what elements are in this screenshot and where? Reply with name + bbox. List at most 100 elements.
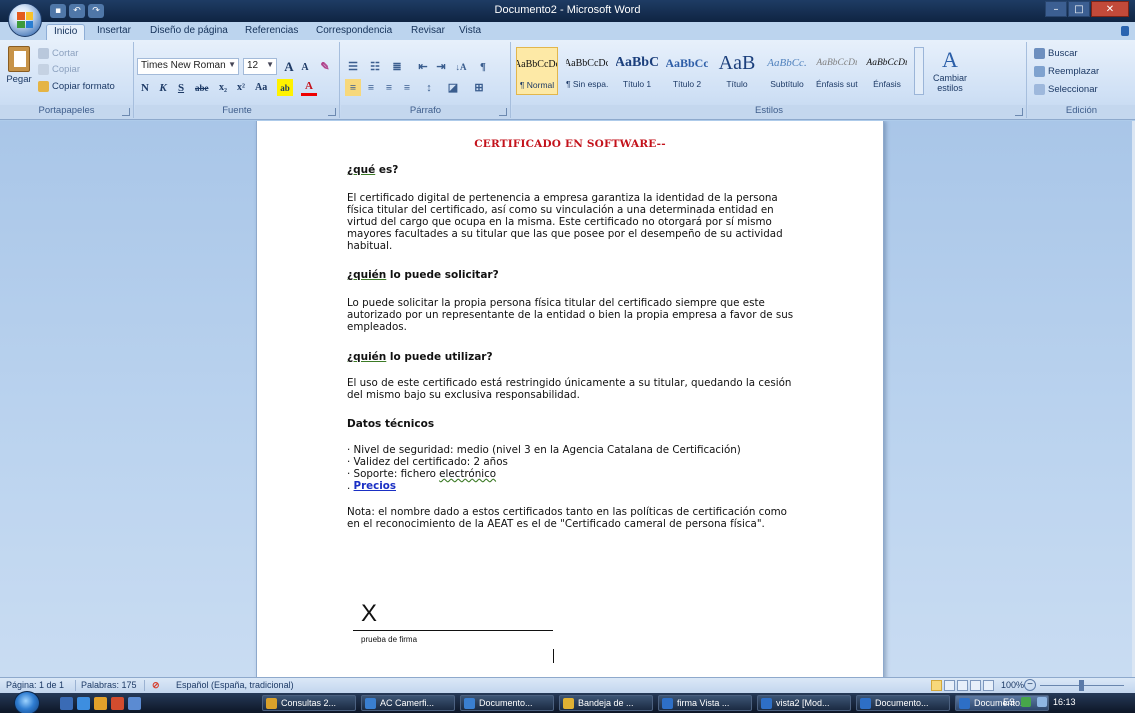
clear-format-button[interactable]: ✎: [317, 58, 333, 75]
close-button[interactable]: ✕: [1091, 1, 1129, 17]
strikethrough-button[interactable]: abe: [193, 79, 211, 96]
spelling-check-icon[interactable]: ⊘: [152, 680, 160, 691]
text-cursor: [553, 649, 554, 663]
ie-icon[interactable]: [77, 697, 90, 710]
start-button[interactable]: [14, 691, 40, 713]
office-button[interactable]: [8, 3, 42, 37]
superscript-button[interactable]: x²: [233, 79, 249, 96]
editing-group: Buscar Reemplazar Seleccionar Edición: [1028, 42, 1135, 118]
show-marks-icon[interactable]: ¶: [475, 58, 491, 75]
language-indicator[interactable]: Español (España, tradicional): [176, 680, 294, 690]
precios-link[interactable]: Precios: [354, 480, 396, 492]
find-button[interactable]: Buscar: [1034, 48, 1078, 59]
minimize-button[interactable]: –: [1045, 1, 1067, 17]
tab-insertar[interactable]: Insertar: [90, 24, 138, 40]
zoom-slider-thumb[interactable]: [1079, 680, 1084, 691]
font-family-select[interactable]: Times New Roman ▼: [137, 58, 239, 75]
bullets-icon[interactable]: ☰: [345, 58, 361, 75]
paste-button[interactable]: Pegar: [4, 46, 34, 94]
document-workspace: CERTIFICADO EN SOFTWARE-- ¿qué es? El ce…: [0, 121, 1135, 677]
select-button[interactable]: Seleccionar: [1034, 84, 1098, 95]
document-page[interactable]: CERTIFICADO EN SOFTWARE-- ¿qué es? El ce…: [256, 121, 884, 677]
numbering-icon[interactable]: ☷: [367, 58, 383, 75]
italic-button[interactable]: K: [155, 79, 171, 96]
multilevel-list-icon[interactable]: ≣: [389, 58, 405, 75]
clock[interactable]: 16:13: [1053, 697, 1076, 707]
format-painter-button[interactable]: Copiar formato: [38, 81, 115, 92]
styles-launcher-icon[interactable]: [1015, 108, 1023, 116]
heading-rest: es?: [375, 164, 399, 176]
tab-correspondencia[interactable]: Correspondencia: [309, 24, 399, 40]
style-normal[interactable]: AaBbCcDc ¶ Normal: [516, 47, 558, 95]
taskbar-button[interactable]: firma Vista ...: [658, 695, 752, 711]
increase-indent-icon[interactable]: ⇥: [433, 58, 449, 75]
replace-button[interactable]: Reemplazar: [1034, 66, 1099, 77]
show-desktop-icon[interactable]: [60, 697, 73, 710]
grow-font-button[interactable]: A: [281, 58, 297, 75]
paragraph-launcher-icon[interactable]: [499, 108, 507, 116]
font-color-button[interactable]: A: [301, 79, 317, 96]
word-count[interactable]: Palabras: 175: [81, 680, 137, 690]
input-language[interactable]: ES: [1003, 697, 1015, 707]
media-player-icon[interactable]: [111, 697, 124, 710]
line-spacing-icon[interactable]: ↕: [421, 79, 437, 96]
style-enfasis-sutil[interactable]: AaBbCcDı Énfasis sutil: [816, 47, 858, 95]
tab-vista[interactable]: Vista: [452, 24, 488, 40]
align-left-icon[interactable]: ≡: [345, 79, 361, 96]
font-launcher-icon[interactable]: [328, 108, 336, 116]
taskbar-button[interactable]: Bandeja de ...: [559, 695, 653, 711]
shading-icon[interactable]: ◪: [445, 79, 461, 96]
clipboard-launcher-icon[interactable]: [122, 108, 130, 116]
sort-icon[interactable]: ↓A: [453, 58, 469, 75]
style-titulo[interactable]: AaB Título: [716, 47, 758, 95]
network-icon[interactable]: [1021, 697, 1032, 707]
section-body-que-es: El certificado digital de pertenencia a …: [347, 192, 783, 252]
help-icon[interactable]: [1121, 26, 1129, 36]
underline-button[interactable]: S: [173, 79, 189, 96]
tab-inicio[interactable]: Inicio: [46, 24, 86, 40]
draft-view-icon[interactable]: [983, 680, 994, 691]
styles-gallery-scrollbar[interactable]: [914, 47, 924, 95]
outline-view-icon[interactable]: [970, 680, 981, 691]
zoom-out-icon[interactable]: −: [1024, 679, 1036, 691]
taskbar-button[interactable]: Consultas 2...: [262, 695, 356, 711]
taskbar-button[interactable]: vista2 [Mod...: [757, 695, 851, 711]
taskbar-button-label: Bandeja de ...: [578, 698, 634, 708]
shrink-font-button[interactable]: A: [297, 59, 313, 76]
change-styles-button[interactable]: A Cambiar estilos: [930, 47, 970, 93]
window-switch-icon[interactable]: [128, 697, 141, 710]
window-icon: [266, 698, 277, 709]
web-layout-view-icon[interactable]: [957, 680, 968, 691]
page-count[interactable]: Página: 1 de 1: [6, 680, 64, 690]
subscript-button[interactable]: x₂: [215, 79, 231, 96]
full-screen-view-icon[interactable]: [944, 680, 955, 691]
maximize-button[interactable]: □: [1068, 1, 1090, 17]
style-titulo-1[interactable]: AaBbC Título 1: [616, 47, 658, 95]
style-subtitulo[interactable]: AaBbCc. Subtítulo: [766, 47, 808, 95]
taskbar-button[interactable]: Documento...: [856, 695, 950, 711]
change-case-button[interactable]: Aa: [253, 79, 269, 96]
office-logo-icon: [17, 12, 33, 28]
cut-button[interactable]: Cortar: [38, 48, 78, 59]
copy-button[interactable]: Copiar: [38, 64, 80, 75]
style-sin-espaciado[interactable]: AaBbCcDc ¶ Sin espa...: [566, 47, 608, 95]
font-size-select[interactable]: 12 ▼: [243, 58, 277, 75]
print-layout-view-icon[interactable]: [931, 680, 942, 691]
align-right-icon[interactable]: ≡: [381, 79, 397, 96]
zoom-level[interactable]: 100%: [1001, 680, 1024, 690]
tab-diseno-de-pagina[interactable]: Diseño de página: [143, 24, 235, 40]
justify-icon[interactable]: ≡: [399, 79, 415, 96]
style-enfasis[interactable]: AaBbCcDı Énfasis: [866, 47, 908, 95]
tab-referencias[interactable]: Referencias: [238, 24, 305, 40]
tab-revisar[interactable]: Revisar: [404, 24, 452, 40]
decrease-indent-icon[interactable]: ⇤: [415, 58, 431, 75]
bold-button[interactable]: N: [137, 79, 153, 96]
folder-icon[interactable]: [94, 697, 107, 710]
volume-icon[interactable]: [1037, 697, 1048, 707]
style-titulo-2[interactable]: AaBbCc Título 2: [666, 47, 708, 95]
taskbar-button[interactable]: AC Camerfi...: [361, 695, 455, 711]
highlight-button[interactable]: ab: [277, 79, 293, 96]
align-center-icon[interactable]: ≡: [363, 79, 379, 96]
taskbar-button[interactable]: Documento...: [460, 695, 554, 711]
borders-icon[interactable]: ⊞: [471, 79, 487, 96]
